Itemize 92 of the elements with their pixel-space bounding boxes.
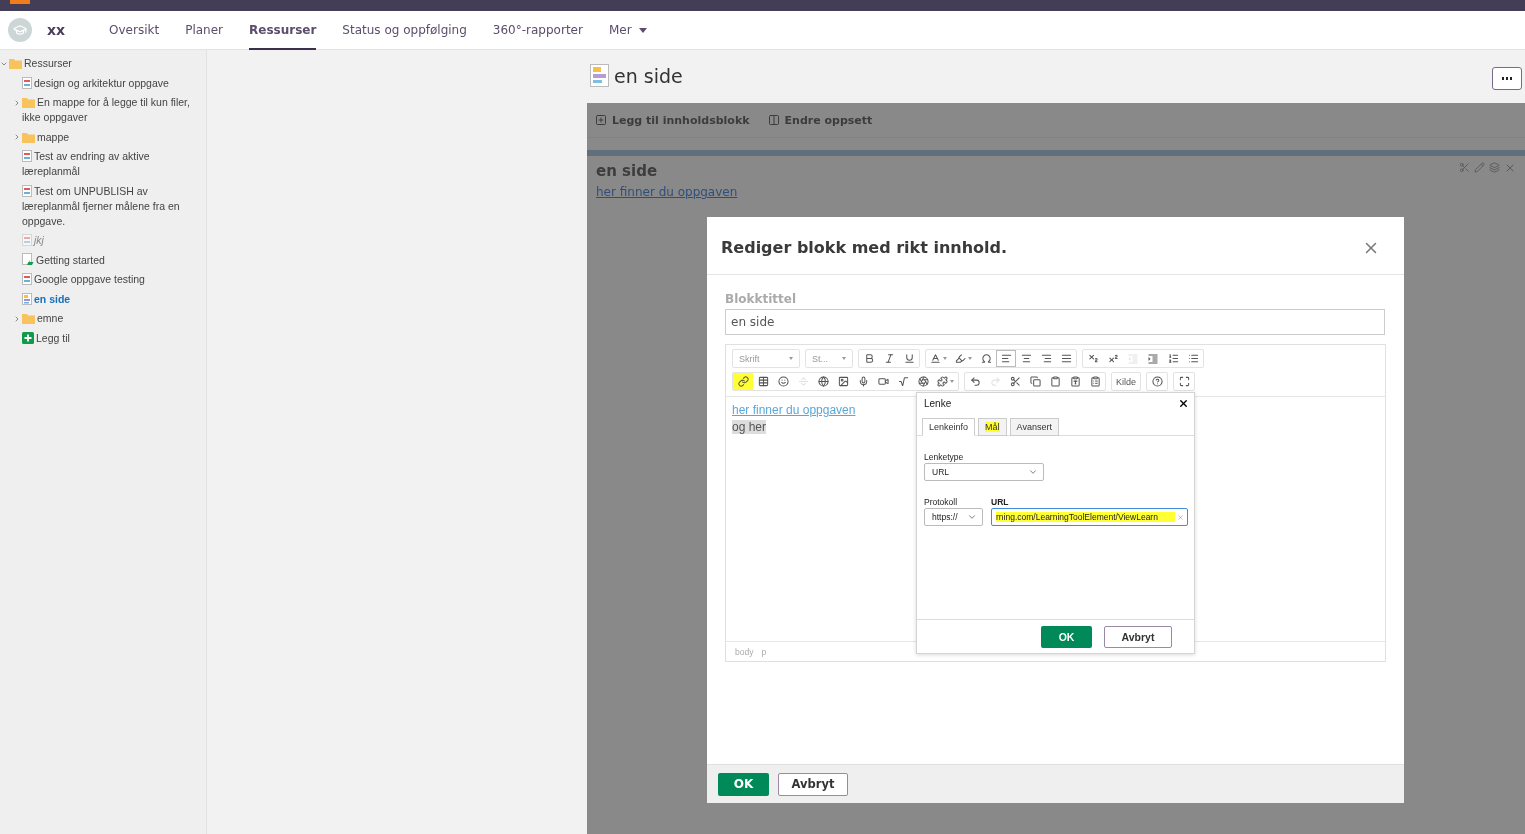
tree-item[interactable]: design og arkitektur oppgave (22, 75, 202, 91)
tree-item[interactable]: Getting started (22, 252, 202, 268)
align-right-icon (1040, 353, 1052, 364)
highlighter-icon (955, 353, 966, 364)
app-title: xx (47, 22, 66, 38)
plus-icon (22, 331, 34, 344)
nav-tab[interactable]: 360°-rapporter (492, 10, 583, 50)
image-icon (837, 376, 849, 387)
field-label: Blokktittel (725, 292, 798, 306)
text-color-icon (930, 353, 941, 364)
caret-icon (638, 27, 647, 33)
bold-icon (863, 353, 875, 364)
field-label: Lenketype (924, 452, 965, 462)
ok-button[interactable]: OK (1041, 625, 1092, 648)
italic-icon (883, 353, 895, 364)
nav-tab[interactable]: Status og oppfølging (342, 10, 467, 50)
globe-icon (817, 376, 829, 387)
video-icon (877, 376, 889, 387)
clipboard-icon (1069, 376, 1081, 387)
graduation-cap-icon (13, 23, 27, 37)
bullet-list-icon (1187, 353, 1199, 364)
underline-icon (903, 353, 915, 364)
cancel-button[interactable]: Avbryt (778, 772, 848, 796)
smiley-icon (777, 376, 789, 387)
tree-item[interactable]: Test om UNPUBLISH av læreplanmål fjerner målene fra en oppgave. (22, 183, 202, 229)
dialog-title: Lenke (924, 397, 952, 409)
scissors-icon (1009, 376, 1021, 387)
aperture-icon (917, 376, 929, 387)
link-icon (737, 376, 749, 387)
document-icon (22, 184, 32, 197)
chevron-down-icon (967, 512, 977, 522)
protocol-select[interactable]: https:// (924, 508, 983, 526)
microphone-icon (857, 376, 869, 387)
document-icon (22, 150, 32, 162)
help-icon (1151, 376, 1163, 387)
cancel-button[interactable]: Avbryt (1104, 625, 1172, 648)
tree-item[interactable]: mappe (22, 129, 202, 145)
field-label: URL (991, 497, 1010, 507)
plus-icon (595, 114, 607, 126)
folder-icon (22, 97, 35, 108)
tree-item[interactable]: en side (22, 291, 202, 307)
columns-icon (767, 114, 780, 126)
document-icon (22, 273, 32, 285)
selected-text: og her (732, 420, 767, 434)
tree-item[interactable]: Google oppgave testing (22, 272, 202, 287)
tree-item[interactable]: emne (22, 311, 202, 326)
url-field[interactable]: rning.com/LearningToolElement/ViewLearn (991, 508, 1188, 526)
superscript-icon (1107, 353, 1119, 364)
tree-item[interactable]: Test av endring av aktive læreplanmål (22, 149, 202, 179)
block-title: en side (596, 162, 659, 180)
tree-item[interactable]: En mappe for å legge til kun filer, ikke oppgaver (22, 95, 202, 125)
folder-icon (9, 58, 22, 69)
tree-item[interactable]: Ressurser (9, 56, 202, 71)
document-icon (22, 234, 32, 246)
align-left-icon (1000, 353, 1012, 364)
align-center-icon (1020, 353, 1032, 364)
clipboard-icon (1089, 376, 1101, 387)
title-field[interactable]: en side (725, 309, 1385, 335)
logo-icon (10, 0, 30, 4)
page-icon (590, 64, 609, 87)
omega-icon (980, 353, 992, 364)
puzzle-icon (937, 376, 948, 387)
subscript-icon (1087, 353, 1099, 364)
document-icon (22, 76, 32, 89)
maximize-icon (1178, 376, 1190, 387)
toolbar-button[interactable] (996, 350, 1016, 367)
chevron-down-icon (1028, 467, 1038, 477)
page-title: en side (614, 64, 683, 87)
dialog-title: Rediger blokk med rikt innhold. (721, 238, 1008, 257)
close-icon[interactable] (1178, 397, 1189, 409)
tab[interactable]: Avansert (1009, 418, 1059, 436)
clipboard-icon (1049, 376, 1061, 387)
ok-button[interactable]: OK (718, 772, 769, 796)
tab[interactable]: Lenkeinfo (922, 418, 976, 436)
nav-tab[interactable]: Oversikt (109, 10, 160, 50)
tab[interactable]: Mål (978, 418, 1007, 436)
tree-item[interactable]: Legg til (22, 330, 202, 346)
field-label: Protokoll (924, 497, 959, 507)
source-button[interactable]: Kilde (1112, 373, 1140, 390)
folder-icon (22, 313, 35, 324)
justify-icon (1060, 353, 1072, 364)
numbered-list-icon (1167, 353, 1179, 364)
toolbar-button[interactable] (733, 373, 753, 390)
square-root-icon (897, 376, 909, 387)
document-icon (22, 252, 34, 266)
nav-tab[interactable]: Mer (608, 10, 647, 50)
link-type-select[interactable]: URL (924, 463, 1044, 481)
table-icon (757, 376, 769, 387)
folder-icon (22, 131, 35, 143)
page-icon (22, 292, 32, 305)
more-button[interactable] (1492, 67, 1522, 90)
nav-tab[interactable]: Planer (185, 10, 224, 50)
